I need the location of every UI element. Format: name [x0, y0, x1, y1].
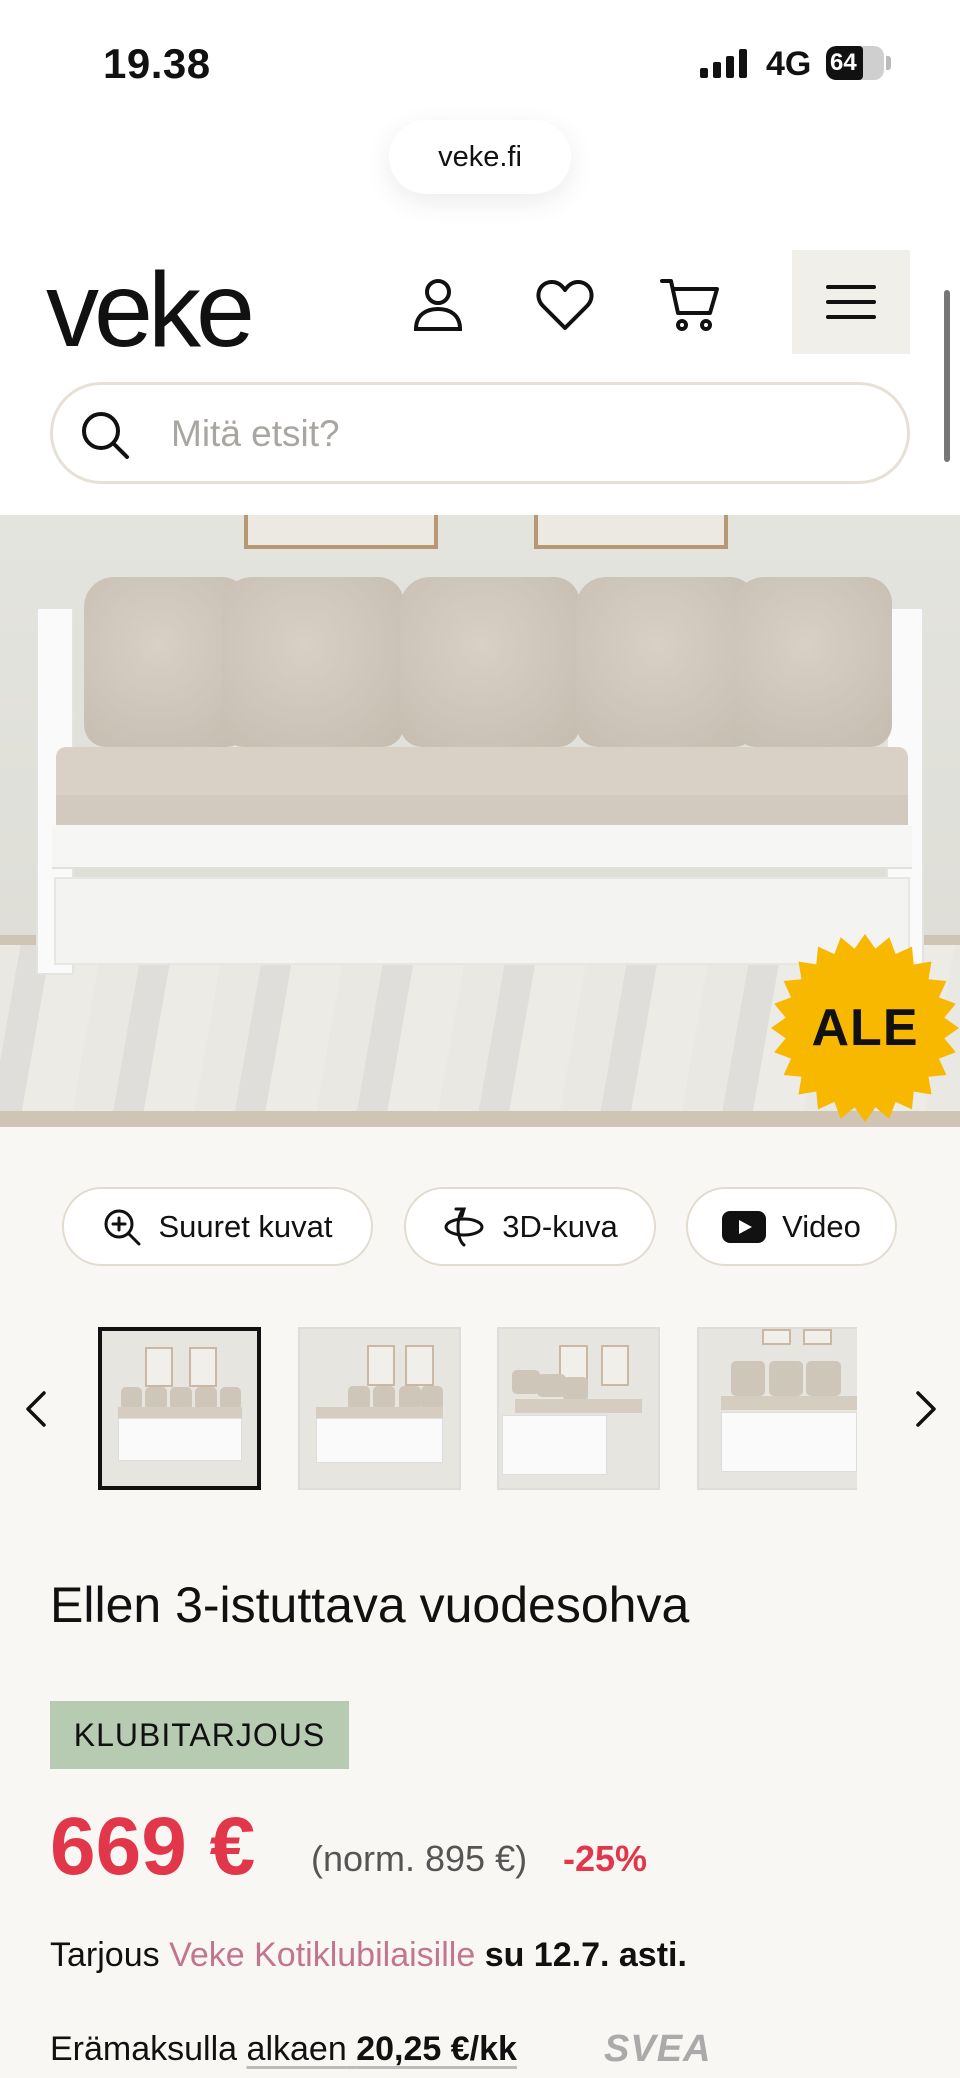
gallery-thumbnail[interactable]	[298, 1327, 461, 1490]
pillow	[734, 577, 892, 747]
gallery-next-arrow[interactable]	[906, 1384, 946, 1434]
video-play-icon	[722, 1210, 767, 1243]
offer-text: Tarjous Veke Kotiklubilaisille su 12.7. …	[50, 1936, 687, 1975]
pillow	[576, 577, 756, 747]
cart-icon[interactable]	[656, 270, 726, 340]
gallery-prev-arrow[interactable]	[16, 1384, 56, 1434]
view-3d-label: 3D-kuva	[502, 1208, 618, 1244]
installment-prefix: Erämaksulla	[50, 2030, 238, 2068]
url-pill[interactable]: veke.fi	[389, 120, 571, 194]
browser-bar: veke.fi	[0, 120, 960, 240]
sofa-rail	[52, 825, 912, 869]
battery-tip	[886, 56, 891, 70]
product-title: Ellen 3-istuttava vuodesohva	[50, 1577, 690, 1633]
gallery-thumbnail[interactable]	[98, 1327, 261, 1490]
signal-icon	[700, 48, 747, 78]
pillow	[400, 577, 580, 747]
search-icon	[77, 407, 133, 468]
rotate-3d-icon	[444, 1207, 484, 1246]
large-images-label: Suuret kuvat	[158, 1208, 333, 1244]
heart-icon[interactable]	[530, 270, 600, 340]
sale-badge-text: ALE	[811, 999, 919, 1057]
product-main-image[interactable]: ALE	[0, 515, 960, 1127]
zoom-in-icon	[104, 1209, 141, 1245]
discount-percent: -25%	[563, 1838, 648, 1879]
menu-button[interactable]	[792, 250, 910, 354]
installment-link[interactable]: alkaen 20,25 €/kk	[247, 2030, 517, 2068]
chevron-left-icon	[26, 1391, 46, 1427]
chevron-right-icon	[916, 1391, 936, 1427]
url-text: veke.fi	[438, 140, 522, 173]
installment-amount: 20,25 €/kk	[356, 2030, 517, 2068]
svea-logo: SVEA	[604, 2028, 712, 2070]
user-icon[interactable]	[403, 270, 473, 340]
gallery-thumbnail[interactable]	[497, 1327, 660, 1490]
video-label: Video	[782, 1208, 861, 1244]
club-offer-badge: KLUBITARJOUS	[50, 1701, 349, 1769]
sofa-mattress-lower	[56, 795, 908, 825]
site-header: veke	[0, 240, 960, 515]
installment-from: alkaen	[246, 2030, 347, 2068]
search-bar[interactable]	[50, 382, 910, 484]
view-3d-button[interactable]: 3D-kuva	[404, 1187, 656, 1266]
status-time: 19.38	[103, 40, 211, 87]
sale-price: 669 €	[50, 1801, 256, 1892]
kotiklubi-link[interactable]: Veke Kotiklubilaisille	[169, 1936, 475, 1974]
gallery-thumbnail[interactable]	[697, 1327, 857, 1490]
offer-date: su 12.7. asti.	[484, 1936, 687, 1974]
status-bar: 19.38 4G 64	[0, 0, 960, 120]
wall-art	[534, 515, 728, 549]
page-scrollbar[interactable]	[944, 290, 950, 462]
search-input[interactable]	[171, 403, 871, 465]
pillow	[222, 577, 404, 747]
veke-logo[interactable]: veke	[46, 250, 255, 371]
video-button[interactable]: Video	[686, 1187, 897, 1266]
installment-text: Erämaksulla alkaen 20,25 €/kk	[50, 2030, 517, 2069]
wall-art	[244, 515, 438, 549]
battery-level: 64	[830, 49, 857, 76]
large-images-button[interactable]: Suuret kuvat	[62, 1187, 373, 1266]
network-label: 4G	[766, 45, 812, 83]
offer-prefix: Tarjous	[50, 1936, 160, 1974]
normal-price: (norm. 895 €)	[311, 1838, 528, 1879]
battery-icon: 64	[826, 46, 884, 80]
sale-badge: ALE	[770, 933, 960, 1123]
menu-icon	[826, 285, 876, 319]
